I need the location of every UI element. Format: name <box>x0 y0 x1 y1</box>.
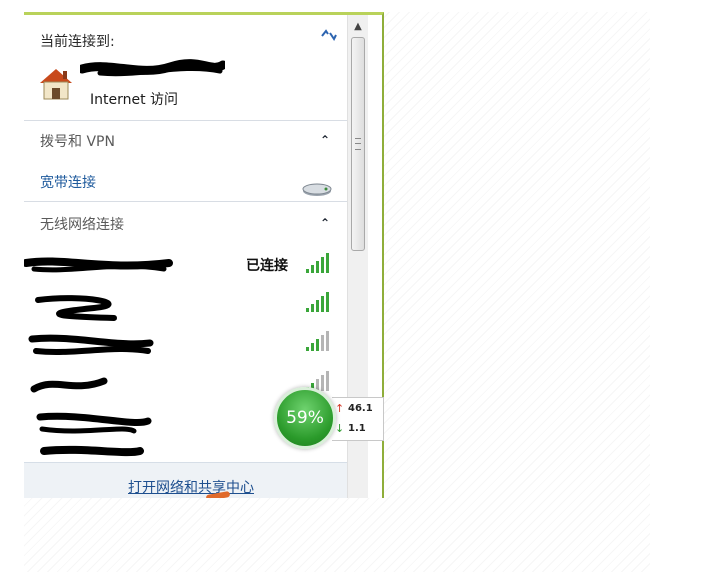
divider <box>24 120 348 121</box>
scrollbar-grip-icon <box>355 138 361 150</box>
upload-arrow-icon: ↑ <box>335 402 345 415</box>
scroll-up-arrow-icon[interactable]: ▲ <box>348 21 368 37</box>
network-speed-widget[interactable]: ↑ 46.1 ↓ 1.1 59% <box>274 387 386 457</box>
wifi-signal-icon <box>306 253 329 273</box>
wifi-signal-icon <box>306 331 329 351</box>
internet-access-label: Internet 访问 <box>90 92 179 108</box>
modem-icon <box>302 183 332 196</box>
network-name-redacted <box>80 59 225 77</box>
connected-status-label: 已连接 <box>246 258 288 274</box>
flyout-footer: 打开网络和共享中心 <box>24 462 347 498</box>
download-speed: 1.1 <box>348 423 366 434</box>
current-connection-heading: 当前连接到: <box>40 34 115 50</box>
speed-readout-panel: ↑ 46.1 ↓ 1.1 <box>332 397 384 441</box>
broadband-connection-link[interactable]: 宽带连接 <box>40 172 96 192</box>
wifi-network-item[interactable] <box>24 290 348 324</box>
memory-usage-bubble[interactable]: 59% <box>274 387 336 449</box>
usage-percent: 59% <box>286 408 324 428</box>
wifi-network-item[interactable]: 已连接 <box>24 251 348 285</box>
wireless-heading: 无线网络连接 <box>40 217 124 233</box>
wifi-network-item[interactable] <box>24 329 348 363</box>
network-name-redacted <box>36 412 152 434</box>
house-network-icon <box>40 69 72 100</box>
upload-speed: 46.1 <box>348 403 373 414</box>
chevron-up-icon[interactable]: ⌃ <box>320 133 330 147</box>
wifi-signal-icon <box>306 292 329 312</box>
network-name-redacted <box>35 295 117 321</box>
chevron-up-icon[interactable]: ⌃ <box>320 216 330 230</box>
divider <box>24 201 348 202</box>
refresh-icon[interactable] <box>319 27 339 43</box>
download-arrow-icon: ↓ <box>335 422 345 435</box>
network-name-redacted <box>28 334 154 355</box>
scrollbar-thumb[interactable] <box>351 37 365 251</box>
dialup-vpn-heading: 拨号和 VPN <box>40 134 115 150</box>
network-name-redacted <box>30 377 108 393</box>
open-network-sharing-center-link[interactable]: 打开网络和共享中心 <box>128 477 254 497</box>
network-name-redacted <box>24 257 173 273</box>
